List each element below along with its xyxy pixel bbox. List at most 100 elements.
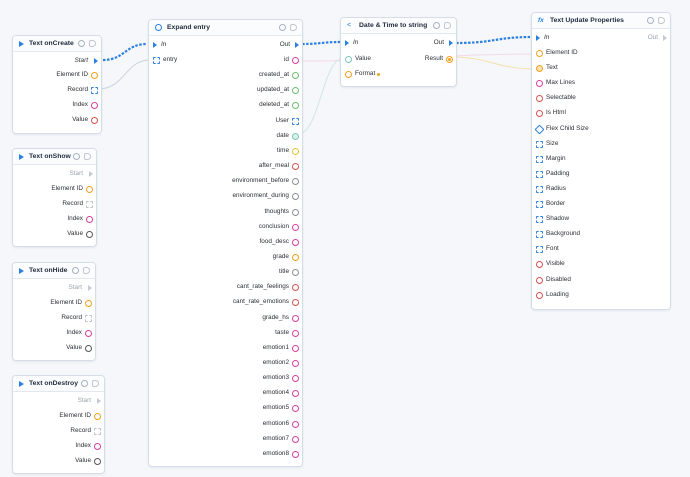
value-output-port[interactable] <box>91 117 98 124</box>
settings-icon[interactable] <box>73 153 80 160</box>
output-port-deleted-at[interactable] <box>292 102 299 110</box>
output-port-emotion7[interactable] <box>292 435 299 443</box>
out-output-port[interactable] <box>449 40 453 46</box>
input-port-padding[interactable] <box>536 170 543 178</box>
start-output-port[interactable] <box>94 58 98 64</box>
element-id-output-port[interactable] <box>85 300 92 307</box>
output-port-cant-rate-feelings[interactable] <box>292 284 299 292</box>
record-output-port[interactable] <box>85 315 92 322</box>
output-port-emotion3[interactable] <box>292 375 299 383</box>
input-port-flex-child-size[interactable] <box>534 124 545 134</box>
output-port-food-desc[interactable] <box>292 238 299 246</box>
output-port-emotion5[interactable] <box>292 405 299 413</box>
output-port-time[interactable] <box>292 147 299 155</box>
output-port-after-meal[interactable] <box>292 163 299 171</box>
settings-icon[interactable] <box>433 22 440 29</box>
record-output-port[interactable] <box>86 201 93 208</box>
entry-input-port[interactable] <box>153 57 160 64</box>
settings-icon[interactable] <box>81 380 88 387</box>
input-port-max-lines[interactable] <box>536 80 543 88</box>
record-output-port[interactable] <box>94 428 101 435</box>
index-output-port[interactable] <box>85 330 92 337</box>
node-header[interactable]: < Date & Time to string <box>341 18 456 34</box>
input-port-disabled[interactable] <box>536 276 543 284</box>
input-port-background[interactable] <box>536 231 543 239</box>
index-output-port[interactable] <box>94 443 101 450</box>
settings-icon[interactable] <box>279 24 286 31</box>
text-onhide-node[interactable]: Text onHide Start Element ID Record Inde… <box>12 262 96 361</box>
output-port-emotion8[interactable] <box>292 450 299 458</box>
input-port-text[interactable] <box>536 65 543 73</box>
output-port-grade-hs[interactable] <box>292 314 299 322</box>
output-port-created-at[interactable] <box>292 72 299 80</box>
out-output-port[interactable] <box>663 35 667 41</box>
text-update-properties-node[interactable]: fx Text Update Properties In Out Element… <box>531 12 671 310</box>
input-port-margin[interactable] <box>536 155 543 163</box>
start-output-port[interactable] <box>88 285 92 291</box>
output-port-user[interactable] <box>292 117 299 125</box>
in-input-port[interactable] <box>345 40 349 46</box>
output-port-title[interactable] <box>292 269 299 277</box>
output-port-environment-before[interactable] <box>292 178 299 186</box>
eye-icon[interactable] <box>290 24 297 31</box>
eye-icon[interactable] <box>83 267 90 274</box>
element-id-output-port[interactable] <box>94 413 101 420</box>
format-input-port[interactable] <box>345 71 352 78</box>
eye-icon[interactable] <box>84 153 91 160</box>
output-port-emotion4[interactable] <box>292 390 299 398</box>
index-output-port[interactable] <box>86 216 93 223</box>
index-output-port[interactable] <box>91 102 98 109</box>
start-output-port[interactable] <box>89 171 93 177</box>
text-ondestroy-node[interactable]: Text onDestroy Start Element ID Record I… <box>12 375 105 474</box>
settings-icon[interactable] <box>72 267 79 274</box>
output-port-cant-rate-emotions[interactable] <box>292 299 299 307</box>
expand-entry-node[interactable]: Expand entry In Out entry id created_at up… <box>148 19 303 467</box>
value-output-port[interactable] <box>86 231 93 238</box>
input-port-is-html[interactable] <box>536 110 543 118</box>
input-port-visible[interactable] <box>536 261 543 269</box>
element-id-output-port[interactable] <box>91 72 98 79</box>
start-output-port[interactable] <box>97 398 101 404</box>
input-port-shadow[interactable] <box>536 216 543 224</box>
output-port-grade[interactable] <box>292 253 299 261</box>
node-header[interactable]: Text onDestroy <box>13 376 104 392</box>
value-input-port[interactable] <box>345 56 352 63</box>
value-output-port[interactable] <box>85 345 92 352</box>
output-port-emotion1[interactable] <box>292 344 299 352</box>
node-header[interactable]: fx Text Update Properties <box>532 13 670 29</box>
eye-icon[interactable] <box>658 17 665 24</box>
record-output-port[interactable] <box>91 87 98 94</box>
settings-icon[interactable] <box>78 40 85 47</box>
output-port-updated-at[interactable] <box>292 87 299 95</box>
eye-icon[interactable] <box>444 22 451 29</box>
eye-icon[interactable] <box>92 380 99 387</box>
input-port-font[interactable] <box>536 246 543 254</box>
output-port-date[interactable] <box>292 132 299 140</box>
eye-icon[interactable] <box>89 40 96 47</box>
result-output-port[interactable] <box>446 56 453 63</box>
output-port-conclusion[interactable] <box>292 223 299 231</box>
input-port-radius[interactable] <box>536 185 543 193</box>
input-port-loading[interactable] <box>536 291 543 299</box>
element-id-output-port[interactable] <box>86 186 93 193</box>
input-port-element-id[interactable] <box>536 50 543 57</box>
text-oncreate-node[interactable]: Text onCreate Start Element ID Record In… <box>12 35 102 134</box>
node-header[interactable]: Text onCreate <box>13 36 101 52</box>
value-output-port[interactable] <box>94 458 101 465</box>
settings-icon[interactable] <box>647 17 654 24</box>
node-header[interactable]: Text onHide <box>13 263 95 279</box>
input-port-size[interactable] <box>536 140 543 148</box>
output-port-environment-during[interactable] <box>292 193 299 201</box>
out-output-port[interactable] <box>295 42 299 48</box>
output-port-thoughts[interactable] <box>292 208 299 216</box>
date-time-to-string-node[interactable]: < Date & Time to string In Out Value Res… <box>340 17 457 87</box>
text-onshow-node[interactable]: Text onShow Start Element ID Record Inde… <box>12 148 97 247</box>
output-port-taste[interactable] <box>292 329 299 337</box>
output-port-emotion6[interactable] <box>292 420 299 428</box>
node-header[interactable]: Expand entry <box>149 20 302 36</box>
input-port-selectable[interactable] <box>536 95 543 103</box>
in-input-port[interactable] <box>536 35 540 41</box>
output-port-emotion2[interactable] <box>292 360 299 367</box>
in-input-port[interactable] <box>153 42 157 48</box>
input-port-border[interactable] <box>536 201 543 208</box>
